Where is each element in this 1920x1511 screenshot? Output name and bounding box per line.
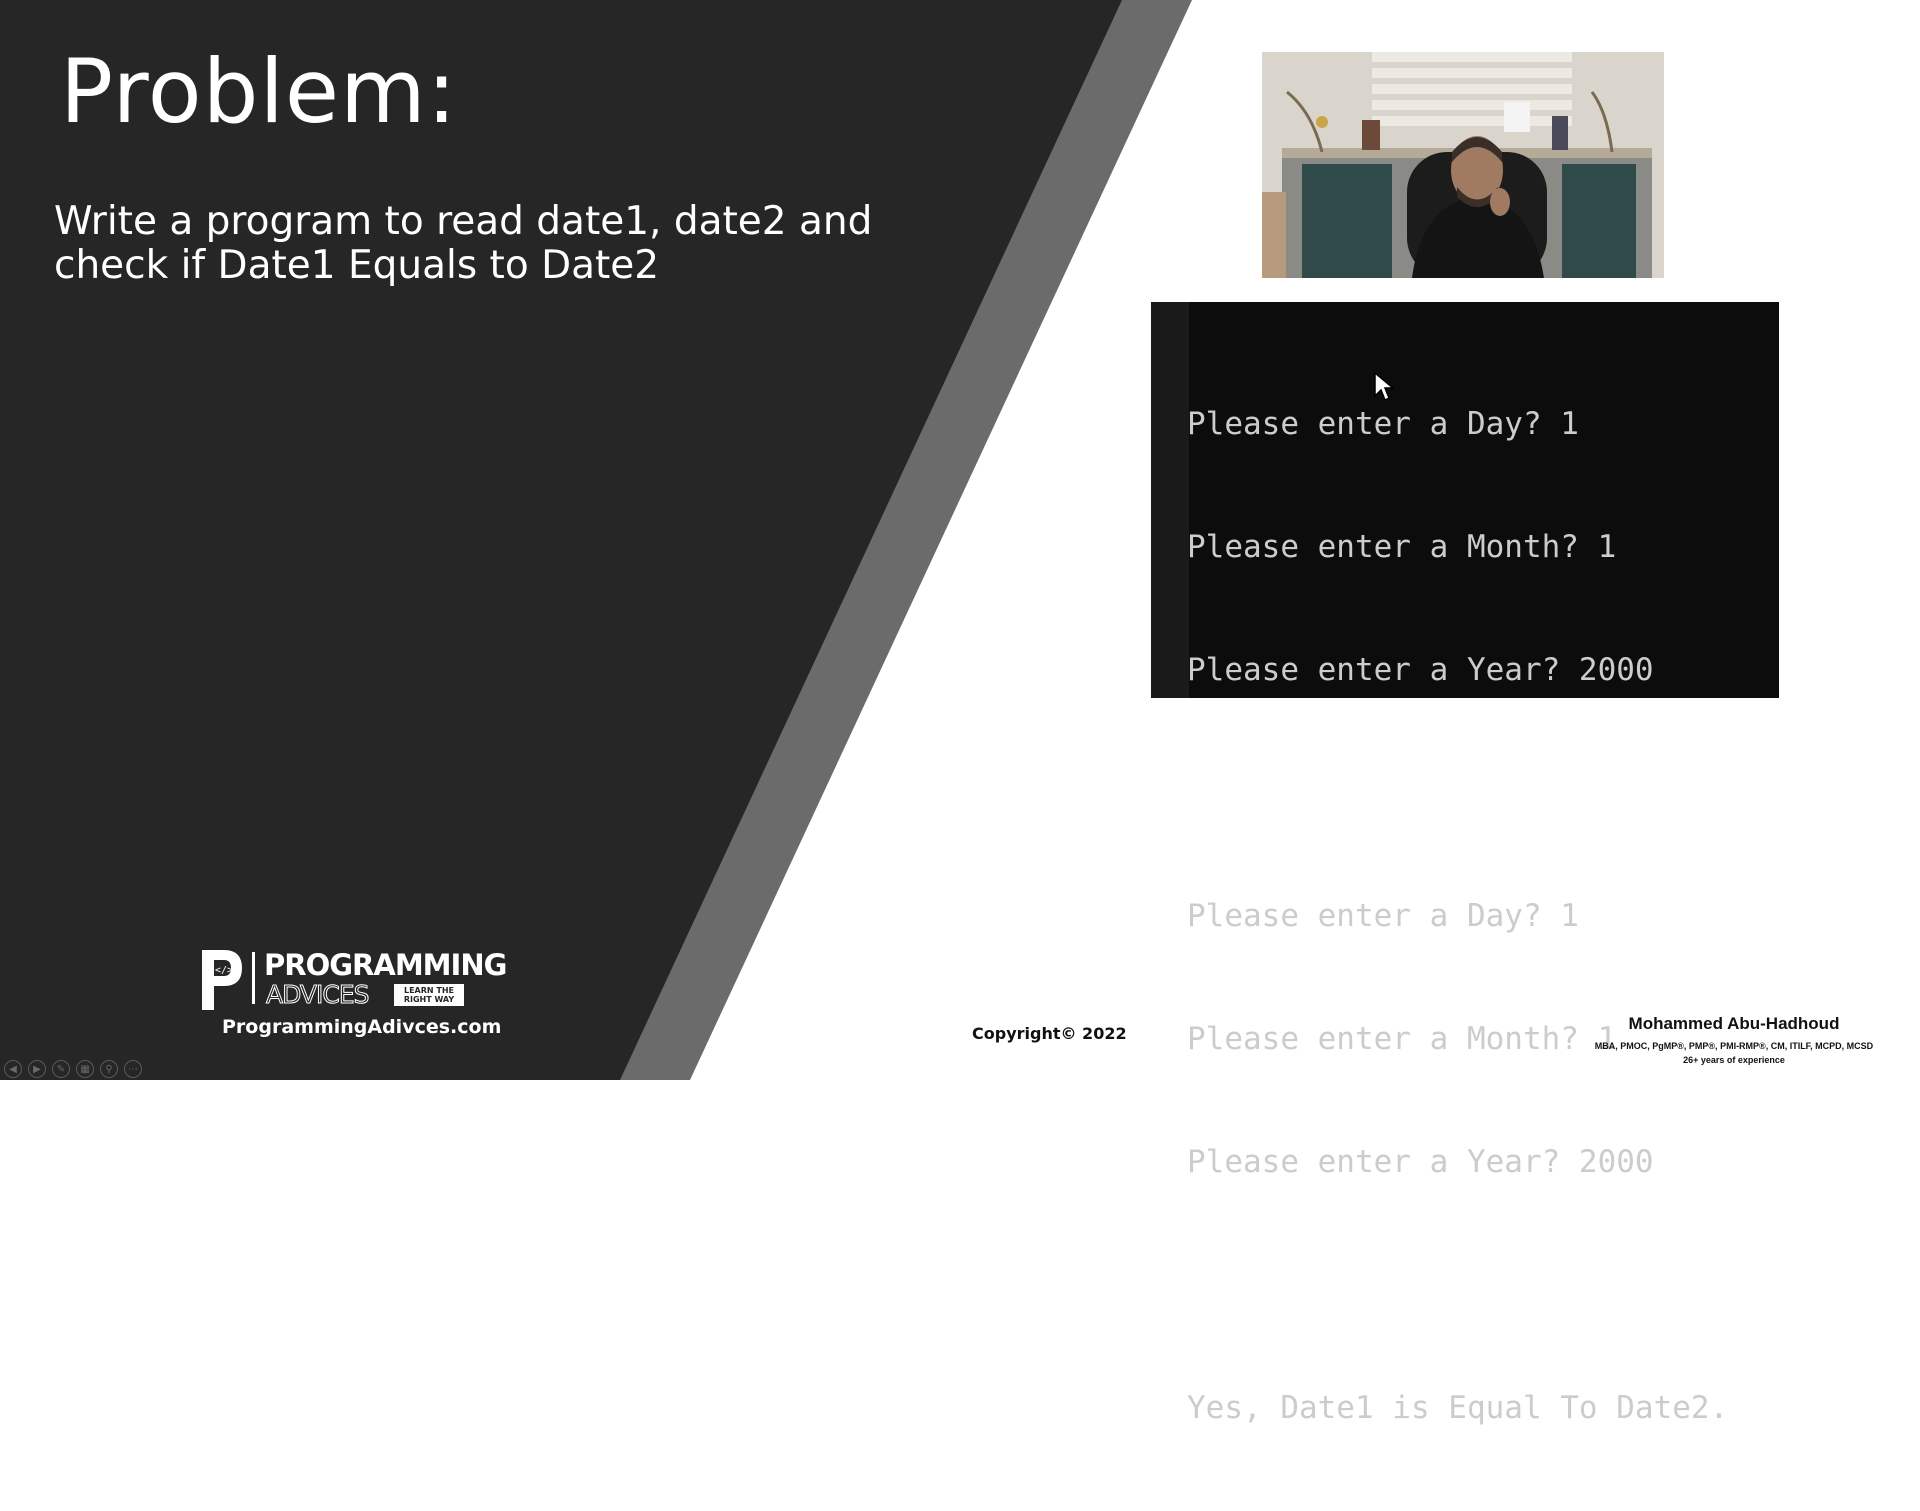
console-lines: Please enter a Day? 1 Please enter a Mon…	[1187, 322, 1728, 1511]
console-gutter	[1151, 302, 1189, 698]
next-slide-icon[interactable]: ▶	[28, 1060, 46, 1078]
problem-line: check if Date1 Equals to Date2	[54, 243, 660, 288]
author-name: Mohammed Abu-Hadhoud	[1628, 1014, 1840, 1033]
logo-tagline-line: RIGHT WAY	[403, 995, 455, 1004]
console-line: Please enter a Day? 1	[1187, 406, 1579, 442]
logo-word-programming: PROGRAMMING	[264, 948, 507, 982]
logo-tagline-line: LEARN THE	[403, 986, 454, 995]
copyright-text: Copyright© 2022	[972, 1024, 1127, 1043]
mouse-cursor-icon	[1374, 372, 1394, 402]
logo-word-advices: ADVICES	[266, 980, 371, 1010]
author-credentials: MBA, PMOC, PgMP®, PMP®, PMI-RMP®, CM, IT…	[1594, 1041, 1874, 1051]
console-line: Please enter a Year? 2000	[1187, 652, 1654, 688]
more-options-icon[interactable]: ⋯	[124, 1060, 142, 1078]
console-line: Please enter a Day? 1	[1187, 898, 1579, 934]
slides-view-icon[interactable]: ▦	[76, 1060, 94, 1078]
svg-text:</>: </>	[215, 965, 233, 976]
presentation-controls: ◀ ▶ ✎ ▦ ⚲ ⋯	[4, 1060, 142, 1078]
console-line: Please enter a Year? 2000	[1187, 1144, 1654, 1180]
console-line: Please enter a Month? 1	[1187, 529, 1617, 565]
logo-tagline: LEARN THE RIGHT WAY	[394, 984, 464, 1006]
author-experience: 26+ years of experience	[1683, 1055, 1785, 1065]
zoom-icon[interactable]: ⚲	[100, 1060, 118, 1078]
dark-panel	[0, 0, 1122, 1080]
pen-icon[interactable]: ✎	[52, 1060, 70, 1078]
console-line: Yes, Date1 is Equal To Date2.	[1187, 1390, 1729, 1426]
author-block: Mohammed Abu-Hadhoud MBA, PMOC, PgMP®, P…	[1564, 1014, 1904, 1066]
problem-line: Write a program to read date1, date2 and	[54, 199, 873, 244]
logo-divider	[252, 952, 255, 1004]
previous-slide-icon[interactable]: ◀	[4, 1060, 22, 1078]
problem-statement: Write a program to read date1, date2 and…	[54, 200, 914, 288]
logo-p-icon: </>	[202, 950, 242, 1010]
programming-advices-logo: </> PROGRAMMING ADVICES LEARN THE RIGHT …	[198, 948, 507, 1012]
slide-title: Problem:	[60, 40, 458, 143]
presenter-video-image	[1262, 52, 1664, 278]
console-output-window: Please enter a Day? 1 Please enter a Mon…	[1151, 302, 1779, 1426]
presenter-webcam	[1262, 52, 1664, 278]
website-url: ProgrammingAdivces.com	[222, 1016, 502, 1038]
